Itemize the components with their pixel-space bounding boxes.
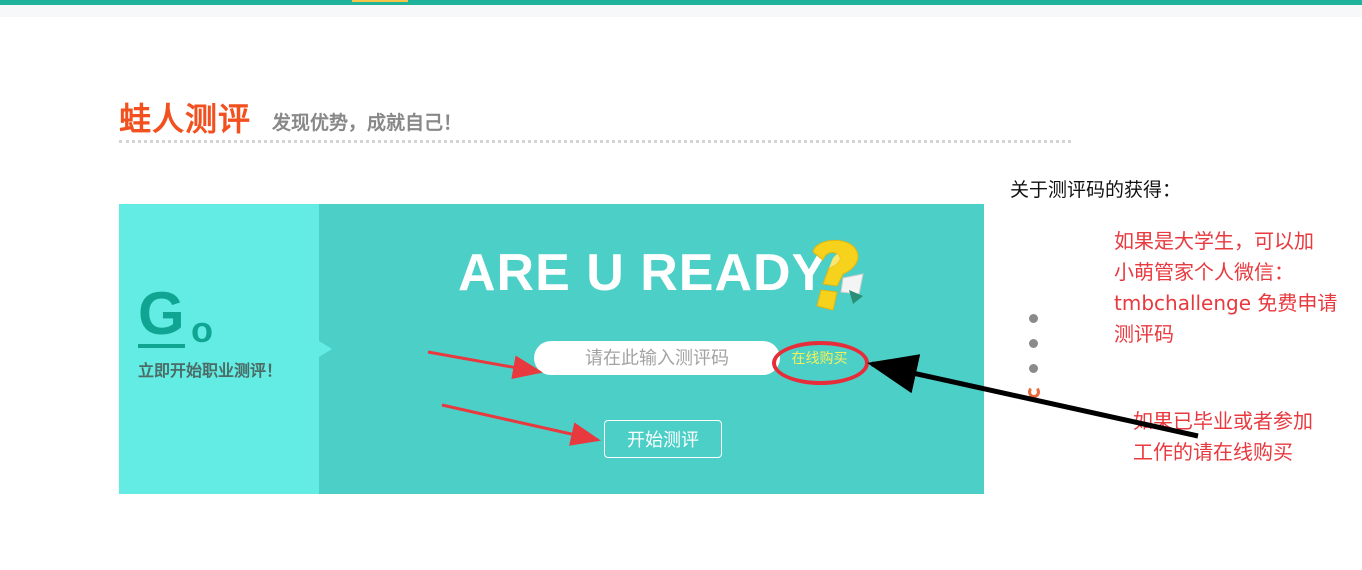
annotation-line: 如果是大学生，可以加: [1114, 229, 1314, 253]
go-subtitle: 立即开始职业测评！: [138, 361, 283, 380]
ready-headline: ARE U READY: [458, 244, 828, 302]
buy-online-link[interactable]: 在线购买: [772, 341, 867, 377]
title-divider: [119, 140, 1071, 143]
go-letter-g: G: [138, 280, 185, 348]
question-mark-icon: [812, 239, 864, 311]
annotation-graduate-note: 如果已毕业或者参加 工作的请在线购买: [1133, 406, 1358, 468]
annotation-line: 小萌管家个人微信：: [1114, 260, 1294, 284]
annotation-line: 测评码: [1114, 322, 1174, 346]
pager-dot[interactable]: [1029, 339, 1038, 348]
panel-arrow-notch: [319, 341, 332, 357]
annotation-line: 工作的请在线购买: [1133, 440, 1293, 464]
start-test-button[interactable]: 开始测评: [604, 420, 722, 458]
pager-dot-active[interactable]: [1028, 386, 1040, 398]
top-nav-shade: [0, 5, 1362, 17]
go-letter-o: o: [191, 309, 213, 350]
annotation-student-note: 如果是大学生，可以加 小萌管家个人微信： tmbchallenge 免费申请 测…: [1114, 226, 1362, 350]
page-title: 蛙人测评: [119, 100, 252, 138]
page-subtitle: 发现优势，成就自己！: [272, 112, 463, 134]
go-panel: G o 立即开始职业测评！: [119, 204, 319, 494]
test-code-input[interactable]: [534, 341, 780, 375]
test-banner: G o 立即开始职业测评！ ARE U READY 在线购买 开始测评: [119, 204, 984, 494]
top-active-tab-marker: [352, 0, 408, 2]
annotation-line: 如果已毕业或者参加: [1133, 409, 1313, 433]
code-info-title: 关于测评码的获得：: [1010, 179, 1182, 201]
pager-dot[interactable]: [1029, 314, 1038, 323]
pager-dot[interactable]: [1029, 364, 1038, 373]
annotation-line: tmbchallenge 免费申请: [1114, 291, 1338, 315]
